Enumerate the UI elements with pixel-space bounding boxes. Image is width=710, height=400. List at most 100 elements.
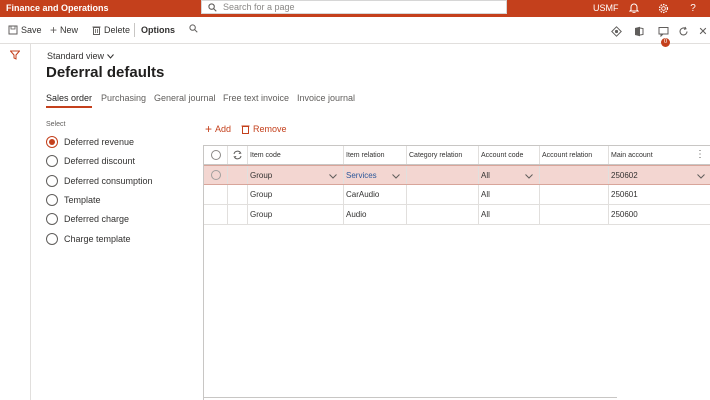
- messages-badge: 0: [661, 38, 670, 47]
- view-selector[interactable]: Standard view: [47, 51, 114, 61]
- command-bar: Save + New Delete Options 0 ✕: [0, 17, 710, 47]
- radio-deferred-revenue[interactable]: Deferred revenue: [46, 136, 134, 148]
- radio-label: Deferred consumption: [64, 176, 153, 186]
- item-code-cell[interactable]: Group: [248, 205, 344, 224]
- options-button[interactable]: Options: [141, 24, 175, 36]
- main-account-cell[interactable]: 250602: [609, 166, 710, 184]
- options-label: Options: [141, 25, 175, 35]
- account-code-cell[interactable]: All: [479, 185, 540, 204]
- category-relation-cell[interactable]: [407, 166, 479, 184]
- select-label: Select: [46, 121, 66, 128]
- delete-button[interactable]: Delete: [92, 24, 130, 36]
- search-toolbar-button[interactable]: [189, 24, 198, 33]
- app-title[interactable]: Finance and Operations: [6, 1, 109, 15]
- tab-invoice-journal[interactable]: Invoice journal: [297, 93, 355, 103]
- radio-label: Template: [64, 195, 101, 205]
- column-header-account-code[interactable]: Account code: [479, 146, 540, 164]
- add-button[interactable]: + Add: [205, 123, 232, 135]
- company-picker[interactable]: USMF: [593, 1, 619, 15]
- radio-circle: [46, 233, 58, 245]
- select-all-checkbox[interactable]: [204, 146, 228, 164]
- new-label: New: [60, 25, 79, 35]
- radio-circle: [46, 213, 58, 225]
- item-relation-cell[interactable]: Services: [344, 166, 407, 184]
- column-header-account-relation[interactable]: Account relation: [540, 146, 609, 164]
- radio-label: Deferred revenue: [64, 137, 135, 147]
- table-row[interactable]: Group Audio All 250600: [204, 205, 710, 225]
- tab-general-journal[interactable]: General journal: [154, 93, 216, 103]
- save-button[interactable]: Save: [8, 24, 42, 36]
- chevron-down-icon[interactable]: [329, 174, 337, 179]
- search-icon: [189, 24, 198, 33]
- close-icon[interactable]: ✕: [697, 25, 709, 38]
- gear-icon[interactable]: [656, 1, 670, 15]
- search-input[interactable]: Search for a page: [201, 0, 507, 14]
- save-label: Save: [21, 25, 42, 35]
- row-spacer: [228, 205, 248, 224]
- filter-icon[interactable]: [9, 50, 21, 62]
- account-code-cell[interactable]: All: [479, 166, 540, 184]
- power-apps-icon[interactable]: [610, 25, 622, 37]
- more-vertical-icon[interactable]: ⋮: [695, 149, 705, 160]
- grid-header-row: Item code Item relation Category relatio…: [204, 146, 710, 165]
- main-account-value: 250602: [611, 170, 638, 180]
- column-header-item-code[interactable]: Item code: [248, 146, 344, 164]
- chevron-down-icon[interactable]: [525, 174, 533, 179]
- deferral-grid: Item code Item relation Category relatio…: [203, 145, 710, 400]
- radio-circle: [46, 194, 58, 206]
- radio-circle: [46, 155, 58, 167]
- row-spacer: [228, 185, 248, 204]
- chevron-down-icon[interactable]: [392, 174, 400, 179]
- main-account-cell[interactable]: 250601: [609, 185, 710, 204]
- radio-label: Deferred charge: [64, 214, 130, 224]
- messages-icon[interactable]: [657, 25, 669, 37]
- refresh-icon[interactable]: [228, 146, 248, 164]
- item-code-cell[interactable]: Group: [248, 166, 344, 184]
- row-selector[interactable]: [204, 185, 228, 204]
- app-bar: Finance and Operations Search for a page…: [0, 0, 710, 17]
- account-relation-cell[interactable]: [540, 166, 609, 184]
- account-relation-cell[interactable]: [540, 205, 609, 224]
- radio-circle: [46, 175, 58, 187]
- main-account-cell[interactable]: 250600: [609, 205, 710, 224]
- account-code-value: All: [481, 170, 490, 180]
- radio-label: Charge template: [64, 234, 131, 244]
- column-header-category-relation[interactable]: Category relation: [407, 146, 479, 164]
- account-relation-cell[interactable]: [540, 185, 609, 204]
- radio-deferred-discount[interactable]: Deferred discount: [46, 155, 135, 167]
- radio-template[interactable]: Template: [46, 194, 101, 206]
- radio-label: Deferred discount: [64, 156, 136, 166]
- item-relation-cell[interactable]: Audio: [344, 205, 407, 224]
- column-header-item-relation[interactable]: Item relation: [344, 146, 407, 164]
- search-icon: [208, 2, 217, 12]
- item-relation-value[interactable]: Services: [346, 171, 377, 180]
- table-row[interactable]: Group Services All 250602: [204, 165, 710, 185]
- tab-purchasing[interactable]: Purchasing: [101, 93, 146, 103]
- remove-label: Remove: [253, 124, 287, 134]
- radio-deferred-consumption[interactable]: Deferred consumption: [46, 175, 153, 187]
- tab-sales-order[interactable]: Sales order: [46, 93, 93, 108]
- help-icon[interactable]: ?: [686, 1, 700, 15]
- chevron-down-icon[interactable]: [697, 174, 705, 179]
- toolbar-divider: [134, 23, 135, 37]
- category-relation-cell[interactable]: [407, 205, 479, 224]
- radio-charge-template[interactable]: Charge template: [46, 233, 131, 245]
- column-header-main-account[interactable]: Main account ⋮: [609, 146, 710, 164]
- item-relation-cell[interactable]: CarAudio: [344, 185, 407, 204]
- new-button[interactable]: + New: [50, 24, 78, 36]
- radio-circle: [46, 136, 58, 148]
- table-row[interactable]: Group CarAudio All 250601: [204, 185, 710, 205]
- bell-icon[interactable]: [627, 1, 641, 15]
- add-label: Add: [215, 124, 232, 134]
- row-selector[interactable]: [204, 205, 228, 224]
- row-selector[interactable]: [204, 166, 228, 184]
- remove-button[interactable]: Remove: [241, 124, 287, 134]
- office-icon[interactable]: [633, 25, 645, 37]
- account-code-cell[interactable]: All: [479, 205, 540, 224]
- item-code-cell[interactable]: Group: [248, 185, 344, 204]
- tab-free-text-invoice[interactable]: Free text invoice: [223, 93, 289, 103]
- grid-scrollbar-track[interactable]: [203, 397, 617, 398]
- refresh-icon[interactable]: [677, 25, 689, 37]
- category-relation-cell[interactable]: [407, 185, 479, 204]
- radio-deferred-charge[interactable]: Deferred charge: [46, 213, 129, 225]
